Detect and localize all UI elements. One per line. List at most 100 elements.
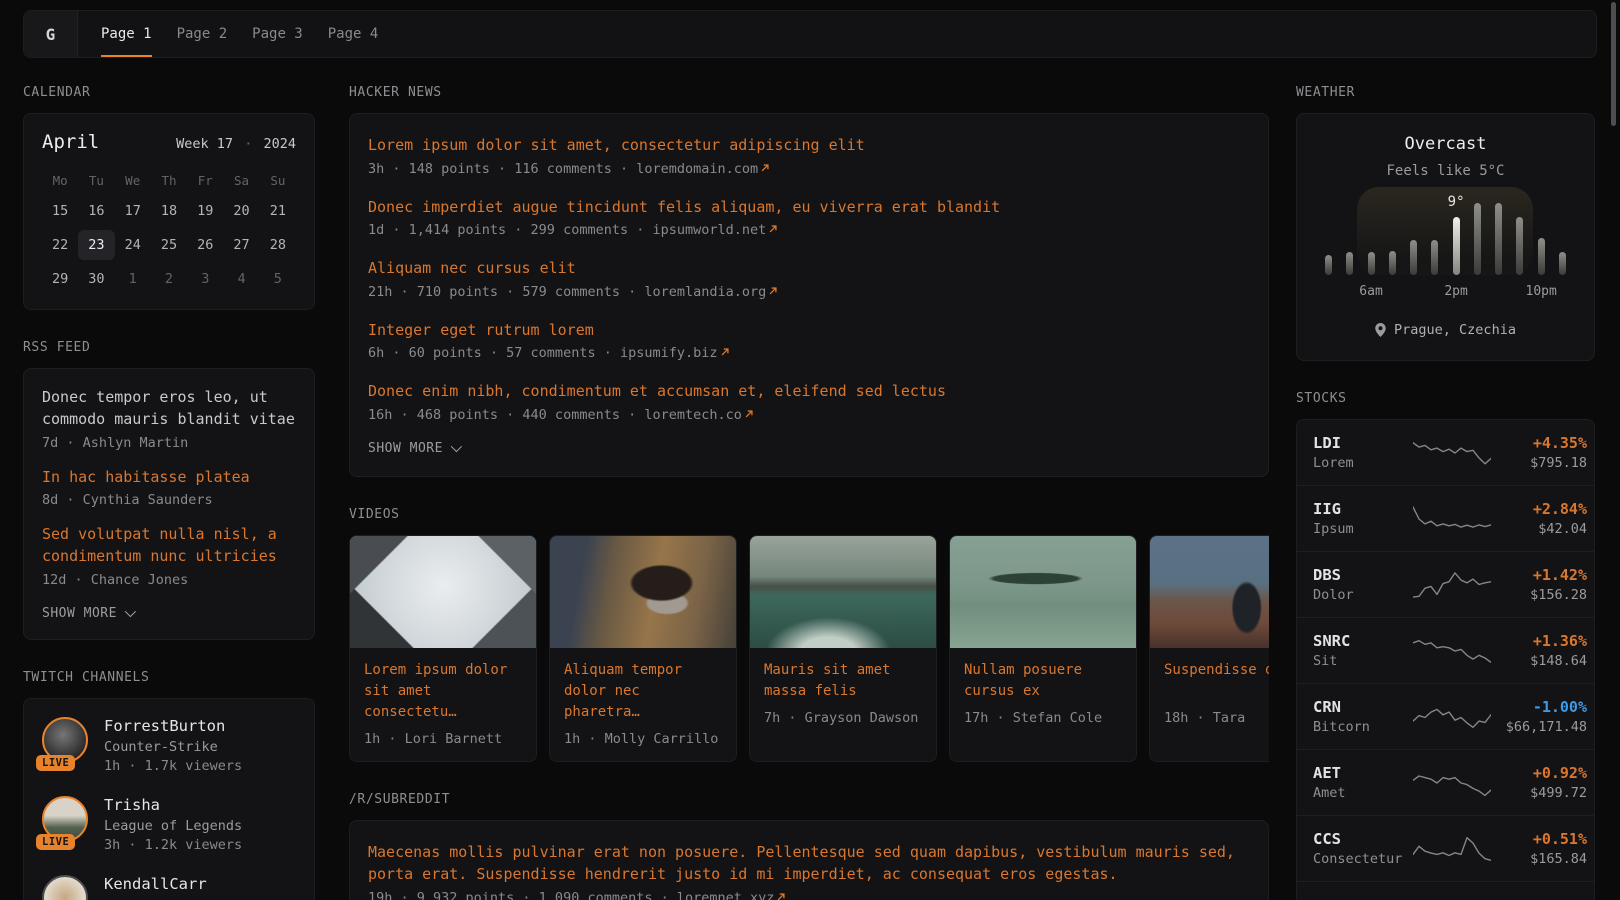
twitch-channel-row[interactable]: LIVE KendallCarr bbox=[42, 875, 296, 900]
stock-row[interactable]: LDI Lorem +4.35% $795.18 bbox=[1297, 420, 1594, 485]
calendar-day[interactable]: 19 bbox=[187, 196, 223, 226]
weather-section-label: WEATHER bbox=[1296, 85, 1595, 100]
hackernews-item-title[interactable]: Integer eget rutrum lorem bbox=[368, 319, 1250, 342]
rss-item-title[interactable]: In hac habitasse platea bbox=[42, 467, 296, 489]
stock-row[interactable]: CRN Bitcorn -1.00% $66,171.48 bbox=[1297, 683, 1594, 749]
calendar-day[interactable]: 25 bbox=[151, 230, 187, 260]
calendar-day[interactable]: 20 bbox=[223, 196, 259, 226]
hackernews-item-title[interactable]: Lorem ipsum dolor sit amet, consectetur … bbox=[368, 134, 1250, 157]
calendar-day[interactable]: 16 bbox=[78, 196, 114, 226]
calendar-day[interactable]: 23 bbox=[78, 230, 114, 260]
calendar-weekday: Sa bbox=[223, 169, 259, 192]
calendar-day[interactable]: 2 bbox=[151, 264, 187, 294]
video-title[interactable]: Lorem ipsum dolor sit amet consectetu… bbox=[364, 660, 522, 723]
stock-price: $66,171.48 bbox=[1491, 719, 1587, 735]
rss-item-title[interactable]: Sed volutpat nulla nisl, a condimentum n… bbox=[42, 524, 296, 568]
hackernews-item-meta[interactable]: 3h · 148 points · 116 comments · loremdo… bbox=[368, 161, 1250, 177]
calendar-day[interactable]: 3 bbox=[187, 264, 223, 294]
video-title[interactable]: Mauris sit amet massa felis bbox=[764, 660, 922, 702]
calendar-day[interactable]: 26 bbox=[187, 230, 223, 260]
twitch-channel-row[interactable]: LIVE Trisha League of Legends 3h · 1.2k … bbox=[42, 796, 296, 853]
subreddit-item-meta[interactable]: 19h · 9,932 points · 1,090 comments · lo… bbox=[368, 890, 1250, 900]
stock-sparkline bbox=[1413, 701, 1491, 733]
calendar-day[interactable]: 17 bbox=[115, 196, 151, 226]
weather-hour-labels: 6am2pm10pm bbox=[1323, 284, 1568, 300]
weather-location-row: Prague, Czechia bbox=[1313, 322, 1578, 338]
video-thumbnail[interactable] bbox=[750, 536, 936, 648]
stock-symbol: LDI bbox=[1313, 434, 1413, 452]
calendar-day[interactable]: 30 bbox=[78, 264, 114, 294]
calendar-day[interactable]: 22 bbox=[42, 230, 78, 260]
calendar-day[interactable]: 29 bbox=[42, 264, 78, 294]
hackernews-item-meta[interactable]: 1d · 1,414 points · 299 comments · ipsum… bbox=[368, 222, 1250, 238]
video-info: Aliquam tempor dolor nec pharetra… 1h · … bbox=[550, 648, 736, 761]
hackernews-item-title[interactable]: Donec imperdiet augue tincidunt felis al… bbox=[368, 196, 1250, 219]
video-meta: 1h · Lori Barnett bbox=[364, 731, 522, 747]
hackernews-item-meta[interactable]: 6h · 60 points · 57 comments · ipsumify.… bbox=[368, 345, 1250, 361]
video-card[interactable]: Aliquam tempor dolor nec pharetra… 1h · … bbox=[549, 535, 737, 762]
hackernews-item-title[interactable]: Donec enim nibh, condimentum et accumsan… bbox=[368, 380, 1250, 403]
rss-show-more-button[interactable]: SHOW MORE bbox=[42, 606, 296, 621]
page-tab[interactable]: Page 4 bbox=[328, 11, 379, 57]
calendar-day[interactable]: 21 bbox=[260, 196, 296, 226]
twitch-section-label: TWITCH CHANNELS bbox=[23, 670, 315, 685]
calendar-day[interactable]: 4 bbox=[223, 264, 259, 294]
calendar-day[interactable]: 27 bbox=[223, 230, 259, 260]
stock-row[interactable]: AHS +0.46% bbox=[1297, 881, 1594, 900]
stock-row[interactable]: CCS Consectetur +0.51% $165.84 bbox=[1297, 815, 1594, 881]
twitch-channel-name[interactable]: KendallCarr bbox=[104, 875, 207, 893]
video-card[interactable]: Suspendisse diam 18h · Tara bbox=[1149, 535, 1269, 762]
weather-hour-cell: 2pm bbox=[1453, 284, 1460, 300]
twitch-channel-name[interactable]: Trisha bbox=[104, 796, 242, 814]
hackernews-item-meta-text: 1d · 1,414 points · 299 comments · ipsum… bbox=[368, 222, 766, 238]
video-title[interactable]: Nullam posuere cursus ex bbox=[964, 660, 1122, 702]
rss-item: Donec tempor eros leo, ut commodo mauris… bbox=[42, 387, 296, 451]
stock-name: Sit bbox=[1313, 653, 1413, 669]
video-card[interactable]: Mauris sit amet massa felis 7h · Grayson… bbox=[749, 535, 937, 762]
page-tab[interactable]: Page 1 bbox=[101, 11, 152, 57]
twitch-channel-row[interactable]: LIVE ForrestBurton Counter-Strike 1h · 1… bbox=[42, 717, 296, 774]
stock-row[interactable]: DBS Dolor +1.42% $156.28 bbox=[1297, 551, 1594, 617]
hackernews-item: Integer eget rutrum lorem 6h · 60 points… bbox=[368, 319, 1250, 362]
rss-item-title[interactable]: Donec tempor eros leo, ut commodo mauris… bbox=[42, 387, 296, 431]
weather-bar bbox=[1325, 203, 1332, 275]
calendar-day[interactable]: 1 bbox=[115, 264, 151, 294]
video-thumbnail[interactable] bbox=[550, 536, 736, 648]
page-tab[interactable]: Page 3 bbox=[252, 11, 303, 57]
hackernews-item-meta[interactable]: 16h · 468 points · 440 comments · loremt… bbox=[368, 407, 1250, 423]
video-title[interactable]: Suspendisse diam bbox=[1164, 660, 1269, 702]
stock-symbol: CRN bbox=[1313, 698, 1413, 716]
video-card[interactable]: Lorem ipsum dolor sit amet consectetu… 1… bbox=[349, 535, 537, 762]
stock-row[interactable]: AET Amet +0.92% $499.72 bbox=[1297, 749, 1594, 815]
hackernews-show-more-button[interactable]: SHOW MORE bbox=[368, 441, 1250, 456]
stock-sparkline bbox=[1413, 833, 1491, 865]
stock-sparkline bbox=[1413, 437, 1491, 469]
video-thumbnail[interactable] bbox=[1150, 536, 1269, 648]
hackernews-item-meta[interactable]: 21h · 710 points · 579 comments · loreml… bbox=[368, 284, 1250, 300]
weather-bar bbox=[1516, 203, 1523, 275]
app-logo[interactable]: G bbox=[24, 11, 78, 57]
hackernews-item-title[interactable]: Aliquam nec cursus elit bbox=[368, 257, 1250, 280]
external-link-icon bbox=[744, 407, 754, 423]
video-thumbnail[interactable] bbox=[950, 536, 1136, 648]
video-card[interactable]: Nullam posuere cursus ex 17h · Stefan Co… bbox=[949, 535, 1137, 762]
calendar-day[interactable]: 24 bbox=[115, 230, 151, 260]
calendar-weekday: Su bbox=[260, 169, 296, 192]
weather-section: WEATHER Overcast Feels like 5°C 9° 6am2p… bbox=[1296, 85, 1595, 361]
rss-section: RSS FEED Donec tempor eros leo, ut commo… bbox=[23, 340, 315, 640]
page-tab[interactable]: Page 2 bbox=[177, 11, 228, 57]
weather-hour-cell bbox=[1559, 284, 1566, 300]
calendar-day[interactable]: 15 bbox=[42, 196, 78, 226]
video-title[interactable]: Aliquam tempor dolor nec pharetra… bbox=[564, 660, 722, 723]
twitch-section: TWITCH CHANNELS LIVE ForrestBurton Count… bbox=[23, 670, 315, 900]
stock-row[interactable]: IIG Ipsum +2.84% $42.04 bbox=[1297, 485, 1594, 551]
calendar-day[interactable]: 5 bbox=[260, 264, 296, 294]
weather-bars: 9° bbox=[1323, 203, 1568, 275]
calendar-day[interactable]: 18 bbox=[151, 196, 187, 226]
subreddit-item-title[interactable]: Maecenas mollis pulvinar erat non posuer… bbox=[368, 841, 1250, 886]
stock-row[interactable]: SNRC Sit +1.36% $148.64 bbox=[1297, 617, 1594, 683]
calendar-day[interactable]: 28 bbox=[260, 230, 296, 260]
video-thumbnail[interactable] bbox=[350, 536, 536, 648]
vertical-scrollbar-thumb[interactable] bbox=[1611, 2, 1616, 126]
twitch-channel-name[interactable]: ForrestBurton bbox=[104, 717, 242, 735]
